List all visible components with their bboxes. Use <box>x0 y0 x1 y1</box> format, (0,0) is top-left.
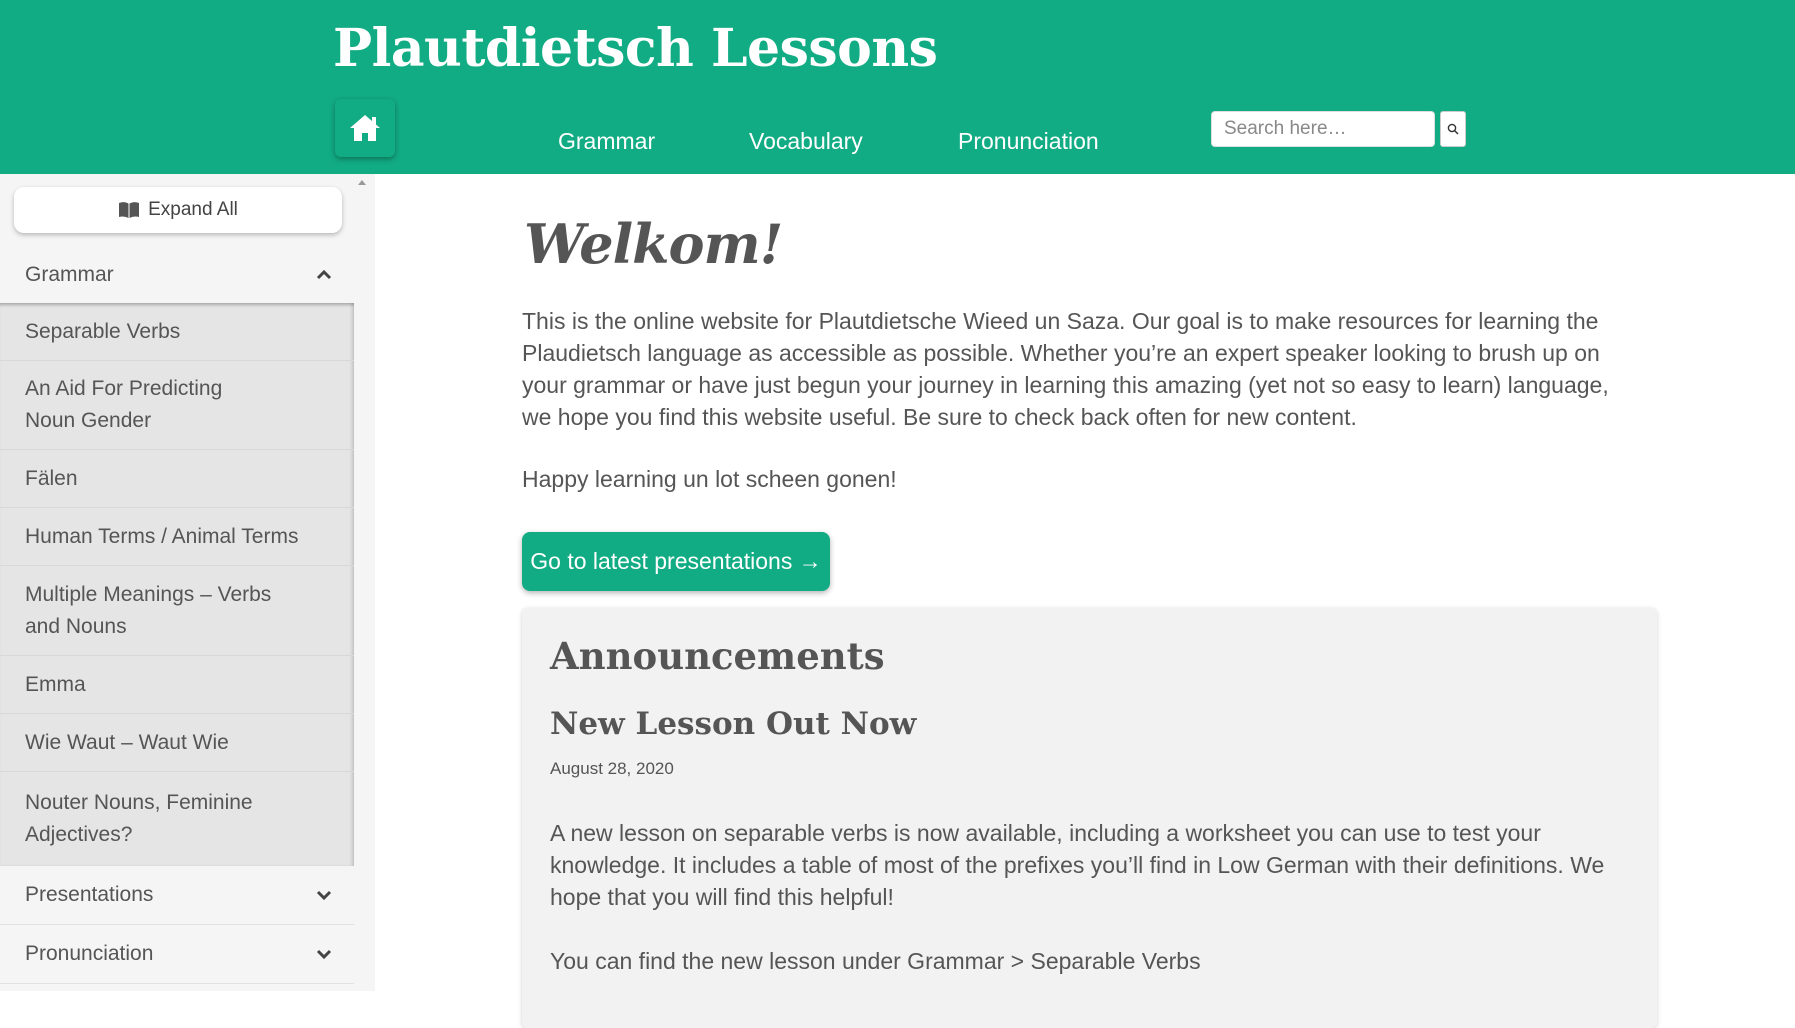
page-title: Welkom! <box>524 212 783 276</box>
book-icon <box>119 202 140 218</box>
search-icon <box>1447 123 1459 135</box>
home-icon <box>350 115 380 141</box>
sidebar-item-label: Emma <box>25 672 86 696</box>
sidebar-section-label: Pronunciation <box>25 942 154 965</box>
sidebar-section-pronunciation[interactable]: Pronunciation <box>0 925 354 983</box>
sidebar-section-grammar[interactable]: Grammar <box>0 246 354 304</box>
sidebar-item-label: Human Terms / Animal Terms <box>25 524 299 548</box>
sidebar-item-multiple-meanings[interactable]: Multiple Meanings – Verbs and Nouns <box>0 566 354 656</box>
nav-grammar[interactable]: Grammar <box>558 128 655 155</box>
post-body: A new lesson on separable verbs is now a… <box>550 820 1605 910</box>
grammar-submenu: Separable Verbs An Aid For Predicting No… <box>0 303 354 866</box>
announcements-title: Announcements <box>550 634 885 678</box>
sidebar-item-label: Nouter Nouns, Feminine Adjectives? <box>25 791 253 846</box>
chevron-down-icon <box>316 949 332 959</box>
sidebar-section-label: Presentations <box>25 883 154 906</box>
post-date: August 28, 2020 <box>550 759 674 778</box>
nav-vocabulary[interactable]: Vocabulary <box>749 128 863 155</box>
intro-paragraph: This is the online website for Plautdiet… <box>522 308 1609 430</box>
latest-presentations-button[interactable]: Go to latest presentations → <box>522 532 830 591</box>
sidebar-item-emma[interactable]: Emma <box>0 656 354 714</box>
sidebar-item-wie-waut[interactable]: Wie Waut – Waut Wie <box>0 714 354 772</box>
chevron-up-icon <box>316 270 332 280</box>
sidebar-item-label: Fälen <box>25 466 78 490</box>
sidebar-item-label: Separable Verbs <box>25 319 181 343</box>
sidebar-section-presentations[interactable]: Presentations <box>0 866 354 924</box>
site-header: Plautdietsch Lessons Grammar Vocabulary … <box>0 0 1795 174</box>
sidebar-item-human-animal-terms[interactable]: Human Terms / Animal Terms <box>0 508 354 566</box>
closing-text: Happy learning un lot scheen gonen! <box>522 466 897 492</box>
sidebar-item-falen[interactable]: Fälen <box>0 450 354 508</box>
nav-pronunciation[interactable]: Pronunciation <box>958 128 1099 155</box>
sidebar-item-noun-gender[interactable]: An Aid For Predicting Noun Gender <box>0 361 354 450</box>
search-button[interactable] <box>1440 111 1466 147</box>
post-title[interactable]: New Lesson Out Now <box>550 706 916 742</box>
chevron-down-icon <box>316 890 332 900</box>
scroll-up-arrow[interactable] <box>358 180 366 185</box>
sidebar-item-label: An Aid For Predicting Noun Gender <box>25 377 223 432</box>
sidebar-divider <box>0 983 354 984</box>
sidebar-item-label: Multiple Meanings – Verbs and Nouns <box>25 582 272 638</box>
sidebar-section-label: Grammar <box>25 263 114 286</box>
sidebar-item-nouter-nouns[interactable]: Nouter Nouns, Feminine Adjectives? <box>0 772 354 866</box>
site-title[interactable]: Plautdietsch Lessons <box>333 18 938 79</box>
post-more: You can find the new lesson under Gramma… <box>550 948 1201 974</box>
sidebar-item-label: Wie Waut – Waut Wie <box>25 730 229 754</box>
expand-all-button[interactable]: Expand All <box>14 187 342 233</box>
sidebar-item-separable-verbs[interactable]: Separable Verbs <box>0 303 354 361</box>
search-input[interactable] <box>1211 111 1435 147</box>
expand-all-label: Expand All <box>148 199 238 220</box>
home-button[interactable] <box>335 99 395 157</box>
